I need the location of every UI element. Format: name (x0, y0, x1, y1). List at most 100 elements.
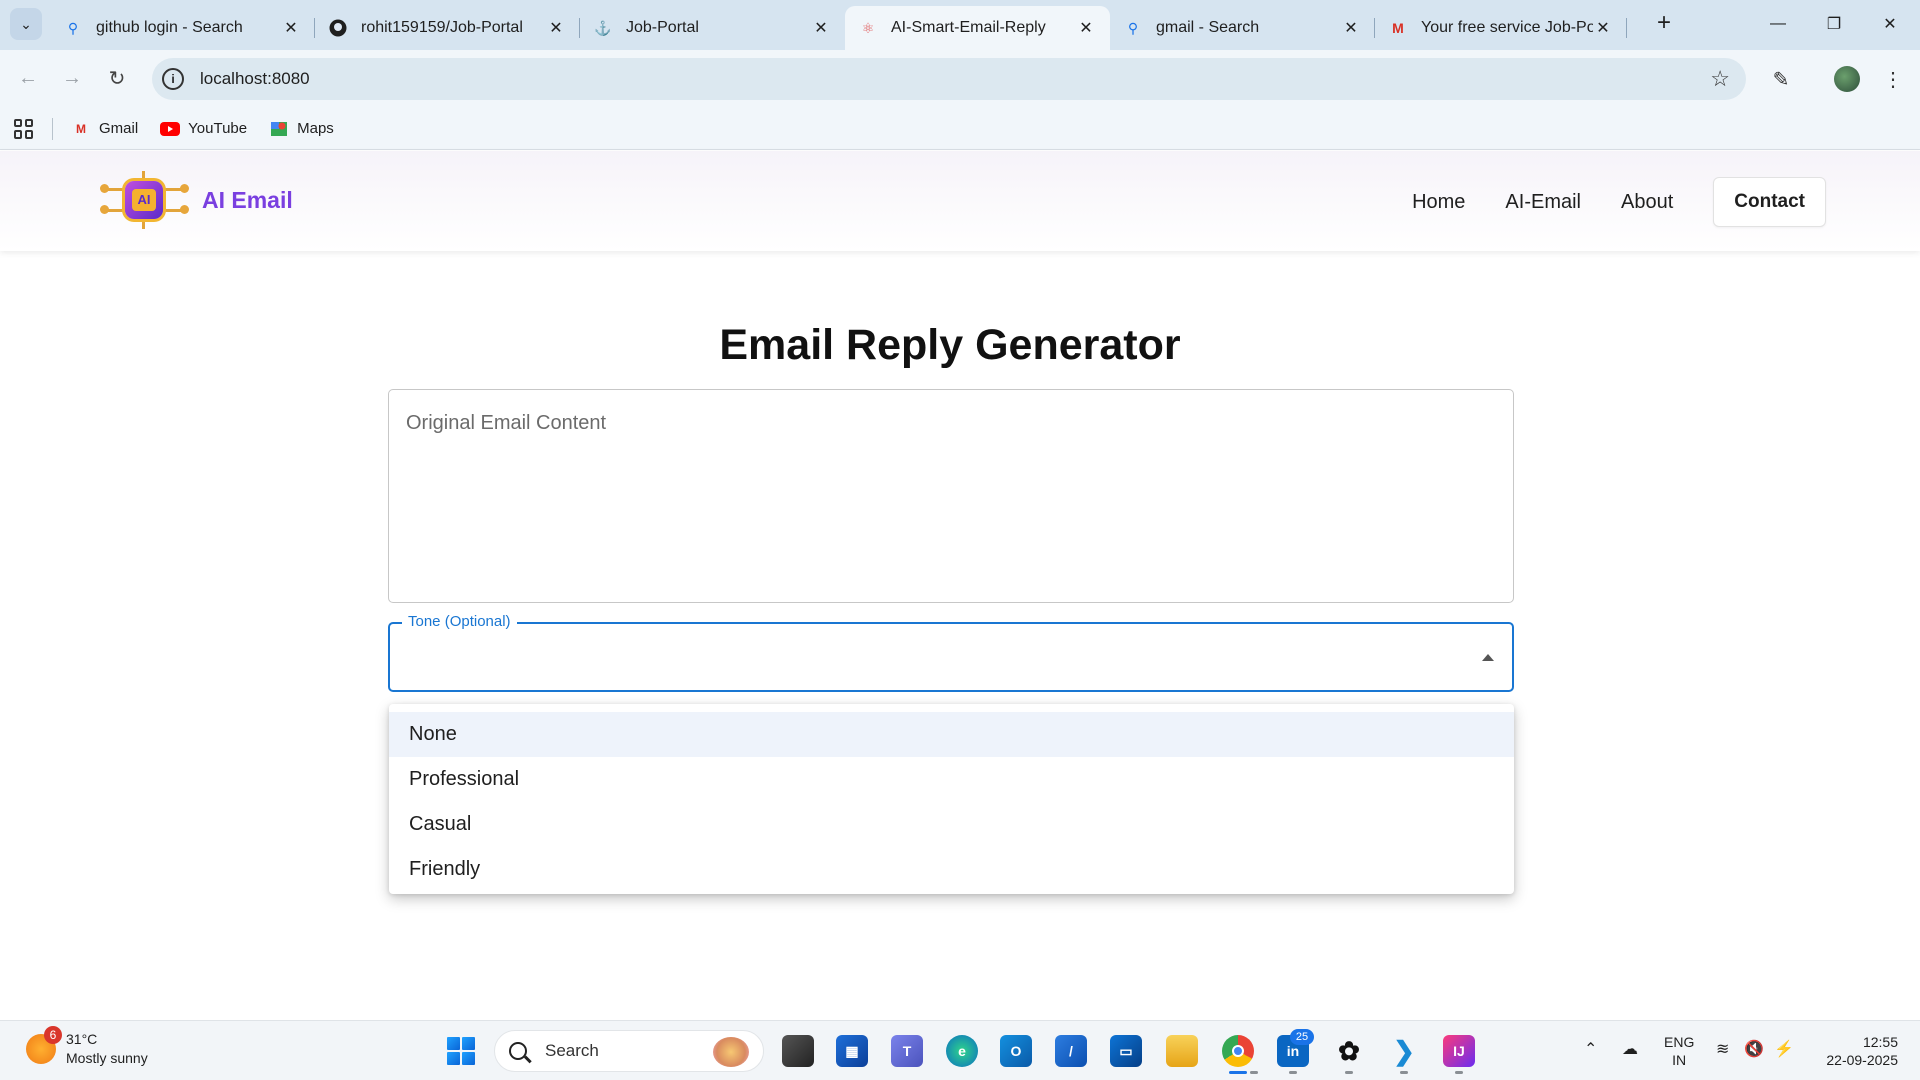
close-icon[interactable]: ✕ (1076, 18, 1096, 38)
anchor-icon: ⚓ (594, 19, 612, 36)
tab-job-portal-repo[interactable]: rohit159159/Job-Portal ✕ (315, 6, 580, 50)
chevron-down-icon: ⌄ (20, 15, 32, 32)
bookmark-gmail[interactable]: M Gmail (71, 120, 138, 137)
taskbar-search-label: Search (545, 1041, 599, 1060)
weather-temp: 31°C (66, 1031, 98, 1047)
windows-start-icon[interactable] (447, 1037, 475, 1065)
lang-line2: IN (1672, 1052, 1687, 1068)
weather-widget[interactable]: 6 31°C Mostly sunny (26, 1026, 148, 1068)
taskbar-search[interactable]: Search (494, 1030, 764, 1072)
extensions-icon[interactable]: ✎ (1766, 64, 1796, 94)
page-content: AI AI Email Home AI-Email About Contact … (0, 151, 1920, 1020)
tone-option-friendly[interactable]: Friendly (389, 847, 1514, 892)
nav-about[interactable]: About (1621, 191, 1673, 214)
profile-avatar[interactable] (1832, 64, 1862, 94)
wifi-icon[interactable]: ≋ (1716, 1039, 1729, 1059)
tab-github-login-search[interactable]: ⚲ github login - Search ✕ (50, 6, 315, 50)
intellij-icon[interactable]: IJ (1443, 1035, 1475, 1067)
nav-home[interactable]: Home (1412, 191, 1465, 214)
taskbar: 6 31°C Mostly sunny Search ▦ T e O / ▭ i… (0, 1020, 1920, 1080)
tab-title: Job-Portal (626, 19, 699, 36)
weather-desc: Mostly sunny (66, 1050, 148, 1066)
new-tab-button[interactable]: + (1652, 11, 1676, 36)
language-indicator[interactable]: ENG IN (1664, 1033, 1694, 1069)
reload-button[interactable]: ↻ (103, 64, 131, 92)
bookmark-maps[interactable]: Maps (269, 120, 334, 137)
volume-muted-icon[interactable]: 🔇 (1744, 1039, 1764, 1059)
brand-name[interactable]: AI Email (202, 187, 293, 214)
github-icon (329, 19, 347, 37)
outlook-icon[interactable]: O (1000, 1035, 1032, 1067)
tab-search-button[interactable]: ⌄ (10, 8, 42, 40)
edge-icon[interactable]: e (946, 1035, 978, 1067)
clock-date: 22-09-2025 (1826, 1052, 1898, 1068)
gmail-icon: M (76, 121, 86, 136)
avatar (1834, 66, 1860, 92)
address-bar[interactable]: i localhost:8080 ☆ (152, 58, 1746, 100)
chrome-icon[interactable] (1222, 1035, 1254, 1067)
battery-icon[interactable]: ⚡ (1774, 1039, 1794, 1059)
close-icon[interactable]: ✕ (281, 18, 301, 38)
file-explorer-icon[interactable] (1166, 1035, 1198, 1067)
brand[interactable]: AI AI Email (98, 171, 293, 229)
close-icon[interactable]: ✕ (1341, 18, 1361, 38)
contact-button[interactable]: Contact (1713, 177, 1826, 227)
vscode-icon[interactable]: ❯ (1388, 1035, 1420, 1067)
microsoft-store-icon[interactable]: ▦ (836, 1035, 868, 1067)
sun-icon: 6 (26, 1026, 62, 1064)
react-icon: ⚛ (861, 19, 875, 36)
weather-badge: 6 (44, 1026, 62, 1044)
nav-ai-email[interactable]: AI-Email (1505, 191, 1581, 214)
chevron-up-icon[interactable]: ⌃ (1584, 1039, 1597, 1059)
caret-up-icon[interactable] (1482, 654, 1494, 661)
tab-gmail-job-portal[interactable]: M Your free service Job-Porta ✕ (1375, 6, 1627, 50)
clock-time: 12:55 (1862, 1034, 1898, 1050)
running-indicator (1250, 1071, 1258, 1074)
browser-toolbar: ← → ↻ i localhost:8080 ☆ ✎ ⋮ (0, 50, 1920, 108)
close-icon[interactable]: ✕ (811, 18, 831, 38)
remote-desktop-icon[interactable]: ▭ (1110, 1035, 1142, 1067)
bookmark-label: YouTube (188, 120, 248, 137)
tab-ai-smart-email-reply[interactable]: ⚛ AI-Smart-Email-Reply ✕ (845, 6, 1110, 50)
tab-list: ⚲ github login - Search ✕ rohit159159/Jo… (50, 6, 1627, 50)
app-navbar: AI AI Email Home AI-Email About Contact (0, 151, 1920, 251)
restore-button[interactable]: ❐ (1814, 10, 1854, 38)
forward-button[interactable]: → (58, 64, 86, 92)
youtube-icon (160, 121, 181, 137)
bookmark-label: Gmail (99, 120, 139, 137)
search-icon: ⚲ (67, 19, 79, 36)
back-button[interactable]: ← (14, 64, 42, 92)
close-window-button[interactable]: ✕ (1870, 10, 1910, 38)
tone-option-none[interactable]: None (389, 712, 1514, 757)
tab-title: gmail - Search (1156, 19, 1260, 36)
running-indicator (1455, 1071, 1463, 1074)
tab-title: AI-Smart-Email-Reply (891, 19, 1046, 36)
tone-option-casual[interactable]: Casual (389, 802, 1514, 847)
minimize-button[interactable]: — (1758, 10, 1798, 38)
site-info-icon[interactable]: i (162, 68, 184, 90)
chatgpt-icon[interactable]: ✿ (1333, 1035, 1365, 1067)
teams-icon[interactable]: T (891, 1035, 923, 1067)
tab-title: rohit159159/Job-Portal (361, 19, 523, 36)
close-icon[interactable]: ✕ (546, 18, 566, 38)
tab-gmail-search[interactable]: ⚲ gmail - Search ✕ (1110, 6, 1375, 50)
tab-job-portal[interactable]: ⚓ Job-Portal ✕ (580, 6, 845, 50)
vmware-icon[interactable]: / (1055, 1035, 1087, 1067)
email-placeholder: Original Email Content (406, 412, 607, 434)
tone-select[interactable]: Tone (Optional) (388, 613, 1514, 692)
original-email-textarea[interactable]: Original Email Content (388, 389, 1514, 603)
clock[interactable]: 12:55 22-09-2025 (1818, 1033, 1898, 1069)
close-icon[interactable]: ✕ (1593, 18, 1613, 38)
bookmarks-bar: M Gmail YouTube Maps (0, 108, 1920, 150)
task-view-icon[interactable] (782, 1035, 814, 1067)
url-text[interactable]: localhost:8080 (200, 69, 310, 89)
onedrive-icon[interactable]: ☁ (1622, 1039, 1638, 1059)
tab-strip: ⌄ ⚲ github login - Search ✕ rohit159159/… (0, 0, 1920, 50)
apps-grid-icon[interactable] (14, 118, 34, 139)
bookmark-youtube[interactable]: YouTube (160, 120, 247, 137)
tab-separator (1626, 18, 1627, 38)
tone-option-professional[interactable]: Professional (389, 757, 1514, 802)
menu-kebab-icon[interactable]: ⋮ (1878, 64, 1908, 94)
lang-line1: ENG (1664, 1034, 1695, 1050)
bookmark-star-icon[interactable]: ☆ (1710, 66, 1730, 92)
